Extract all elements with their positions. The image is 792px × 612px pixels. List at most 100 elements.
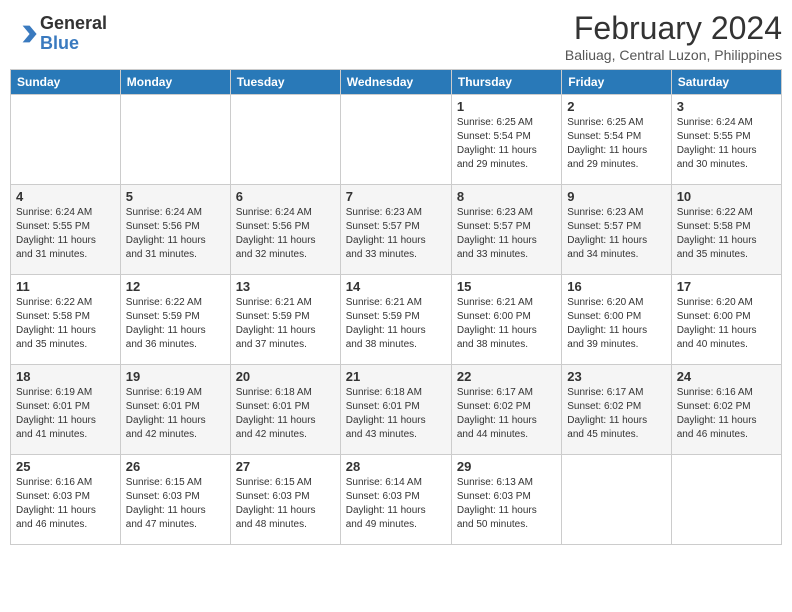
day-info: Sunrise: 6:16 AM Sunset: 6:03 PM Dayligh… bbox=[16, 476, 115, 532]
day-number: 15 bbox=[457, 279, 556, 294]
calendar-cell bbox=[562, 455, 671, 545]
calendar-cell: 3 Sunrise: 6:24 AM Sunset: 5:55 PM Daylig… bbox=[671, 95, 781, 185]
day-number: 8 bbox=[457, 189, 556, 204]
calendar-cell: 26 Sunrise: 6:15 AM Sunset: 6:03 PM Dayli… bbox=[120, 455, 230, 545]
day-info: Sunrise: 6:24 AM Sunset: 5:56 PM Dayligh… bbox=[236, 206, 335, 262]
day-info: Sunrise: 6:17 AM Sunset: 6:02 PM Dayligh… bbox=[567, 386, 665, 442]
calendar-week-3: 11 Sunrise: 6:22 AM Sunset: 5:58 PM Dayli… bbox=[11, 275, 782, 365]
calendar-cell: 20 Sunrise: 6:18 AM Sunset: 6:01 PM Dayli… bbox=[230, 365, 340, 455]
day-info: Sunrise: 6:17 AM Sunset: 6:02 PM Dayligh… bbox=[457, 386, 556, 442]
day-number: 3 bbox=[677, 99, 776, 114]
day-number: 19 bbox=[126, 369, 225, 384]
day-info: Sunrise: 6:24 AM Sunset: 5:55 PM Dayligh… bbox=[677, 116, 776, 172]
column-header-saturday: Saturday bbox=[671, 70, 781, 95]
column-header-wednesday: Wednesday bbox=[340, 70, 451, 95]
header: General Blue February 2024 Baliuag, Cent… bbox=[10, 10, 782, 63]
calendar-cell: 16 Sunrise: 6:20 AM Sunset: 6:00 PM Dayli… bbox=[562, 275, 671, 365]
day-number: 2 bbox=[567, 99, 665, 114]
calendar-cell bbox=[230, 95, 340, 185]
calendar-cell bbox=[671, 455, 781, 545]
calendar-table: SundayMondayTuesdayWednesdayThursdayFrid… bbox=[10, 69, 782, 545]
day-info: Sunrise: 6:20 AM Sunset: 6:00 PM Dayligh… bbox=[677, 296, 776, 352]
column-header-monday: Monday bbox=[120, 70, 230, 95]
day-number: 16 bbox=[567, 279, 665, 294]
day-info: Sunrise: 6:24 AM Sunset: 5:56 PM Dayligh… bbox=[126, 206, 225, 262]
logo-text: General Blue bbox=[40, 14, 107, 54]
calendar-week-2: 4 Sunrise: 6:24 AM Sunset: 5:55 PM Daylig… bbox=[11, 185, 782, 275]
day-info: Sunrise: 6:21 AM Sunset: 5:59 PM Dayligh… bbox=[346, 296, 446, 352]
day-info: Sunrise: 6:16 AM Sunset: 6:02 PM Dayligh… bbox=[677, 386, 776, 442]
day-info: Sunrise: 6:14 AM Sunset: 6:03 PM Dayligh… bbox=[346, 476, 446, 532]
calendar-cell: 27 Sunrise: 6:15 AM Sunset: 6:03 PM Dayli… bbox=[230, 455, 340, 545]
calendar-cell: 11 Sunrise: 6:22 AM Sunset: 5:58 PM Dayli… bbox=[11, 275, 121, 365]
calendar-cell: 22 Sunrise: 6:17 AM Sunset: 6:02 PM Dayli… bbox=[451, 365, 561, 455]
day-number: 23 bbox=[567, 369, 665, 384]
day-number: 18 bbox=[16, 369, 115, 384]
day-number: 4 bbox=[16, 189, 115, 204]
calendar-cell: 13Sunrise: 6:21 AM Sunset: 5:59 PM Dayli… bbox=[230, 275, 340, 365]
day-number: 29 bbox=[457, 459, 556, 474]
calendar-cell: 8 Sunrise: 6:23 AM Sunset: 5:57 PM Daylig… bbox=[451, 185, 561, 275]
day-number: 9 bbox=[567, 189, 665, 204]
day-info: Sunrise: 6:22 AM Sunset: 5:58 PM Dayligh… bbox=[16, 296, 115, 352]
day-number: 25 bbox=[16, 459, 115, 474]
day-number: 13 bbox=[236, 279, 335, 294]
location-title: Baliuag, Central Luzon, Philippines bbox=[565, 47, 782, 63]
day-number: 12 bbox=[126, 279, 225, 294]
day-number: 27 bbox=[236, 459, 335, 474]
logo-general: General bbox=[40, 14, 107, 34]
day-number: 24 bbox=[677, 369, 776, 384]
day-number: 11 bbox=[16, 279, 115, 294]
day-info: Sunrise: 6:22 AM Sunset: 5:59 PM Dayligh… bbox=[126, 296, 225, 352]
day-number: 22 bbox=[457, 369, 556, 384]
calendar-cell: 17Sunrise: 6:20 AM Sunset: 6:00 PM Dayli… bbox=[671, 275, 781, 365]
day-info: Sunrise: 6:15 AM Sunset: 6:03 PM Dayligh… bbox=[126, 476, 225, 532]
day-info: Sunrise: 6:23 AM Sunset: 5:57 PM Dayligh… bbox=[457, 206, 556, 262]
day-info: Sunrise: 6:25 AM Sunset: 5:54 PM Dayligh… bbox=[567, 116, 665, 172]
day-info: Sunrise: 6:23 AM Sunset: 5:57 PM Dayligh… bbox=[346, 206, 446, 262]
day-info: Sunrise: 6:15 AM Sunset: 6:03 PM Dayligh… bbox=[236, 476, 335, 532]
calendar-cell: 19 Sunrise: 6:19 AM Sunset: 6:01 PM Dayli… bbox=[120, 365, 230, 455]
day-info: Sunrise: 6:19 AM Sunset: 6:01 PM Dayligh… bbox=[126, 386, 225, 442]
month-title: February 2024 bbox=[565, 10, 782, 47]
column-header-thursday: Thursday bbox=[451, 70, 561, 95]
day-info: Sunrise: 6:21 AM Sunset: 6:00 PM Dayligh… bbox=[457, 296, 556, 352]
day-number: 26 bbox=[126, 459, 225, 474]
column-header-friday: Friday bbox=[562, 70, 671, 95]
calendar-body: 1 Sunrise: 6:25 AM Sunset: 5:54 PM Daylig… bbox=[11, 95, 782, 545]
calendar-week-5: 25 Sunrise: 6:16 AM Sunset: 6:03 PM Dayli… bbox=[11, 455, 782, 545]
calendar-cell: 28 Sunrise: 6:14 AM Sunset: 6:03 PM Dayli… bbox=[340, 455, 451, 545]
day-info: Sunrise: 6:22 AM Sunset: 5:58 PM Dayligh… bbox=[677, 206, 776, 262]
calendar-cell: 10 Sunrise: 6:22 AM Sunset: 5:58 PM Dayli… bbox=[671, 185, 781, 275]
day-number: 20 bbox=[236, 369, 335, 384]
calendar-week-1: 1 Sunrise: 6:25 AM Sunset: 5:54 PM Daylig… bbox=[11, 95, 782, 185]
day-info: Sunrise: 6:24 AM Sunset: 5:55 PM Dayligh… bbox=[16, 206, 115, 262]
calendar-cell bbox=[340, 95, 451, 185]
day-number: 21 bbox=[346, 369, 446, 384]
calendar-cell bbox=[120, 95, 230, 185]
calendar-cell: 15 Sunrise: 6:21 AM Sunset: 6:00 PM Dayli… bbox=[451, 275, 561, 365]
day-info: Sunrise: 6:18 AM Sunset: 6:01 PM Dayligh… bbox=[236, 386, 335, 442]
title-area: February 2024 Baliuag, Central Luzon, Ph… bbox=[565, 10, 782, 63]
calendar-cell: 21Sunrise: 6:18 AM Sunset: 6:01 PM Dayli… bbox=[340, 365, 451, 455]
day-info: Sunrise: 6:19 AM Sunset: 6:01 PM Dayligh… bbox=[16, 386, 115, 442]
calendar-cell: 18 Sunrise: 6:19 AM Sunset: 6:01 PM Dayli… bbox=[11, 365, 121, 455]
calendar-cell: 1Sunrise: 6:25 AM Sunset: 5:54 PM Daylig… bbox=[451, 95, 561, 185]
day-number: 7 bbox=[346, 189, 446, 204]
day-number: 10 bbox=[677, 189, 776, 204]
calendar-cell: 25 Sunrise: 6:16 AM Sunset: 6:03 PM Dayli… bbox=[11, 455, 121, 545]
calendar-cell: 9Sunrise: 6:23 AM Sunset: 5:57 PM Daylig… bbox=[562, 185, 671, 275]
calendar-cell: 5Sunrise: 6:24 AM Sunset: 5:56 PM Daylig… bbox=[120, 185, 230, 275]
calendar-cell: 7 Sunrise: 6:23 AM Sunset: 5:57 PM Daylig… bbox=[340, 185, 451, 275]
calendar-cell: 6Sunrise: 6:24 AM Sunset: 5:56 PM Daylig… bbox=[230, 185, 340, 275]
calendar-cell: 23 Sunrise: 6:17 AM Sunset: 6:02 PM Dayli… bbox=[562, 365, 671, 455]
logo-icon bbox=[10, 20, 38, 48]
calendar-header-row: SundayMondayTuesdayWednesdayThursdayFrid… bbox=[11, 70, 782, 95]
logo-blue: Blue bbox=[40, 34, 107, 54]
calendar-cell: 14Sunrise: 6:21 AM Sunset: 5:59 PM Dayli… bbox=[340, 275, 451, 365]
calendar-cell: 4 Sunrise: 6:24 AM Sunset: 5:55 PM Daylig… bbox=[11, 185, 121, 275]
column-header-tuesday: Tuesday bbox=[230, 70, 340, 95]
day-number: 28 bbox=[346, 459, 446, 474]
day-info: Sunrise: 6:20 AM Sunset: 6:00 PM Dayligh… bbox=[567, 296, 665, 352]
day-number: 1 bbox=[457, 99, 556, 114]
